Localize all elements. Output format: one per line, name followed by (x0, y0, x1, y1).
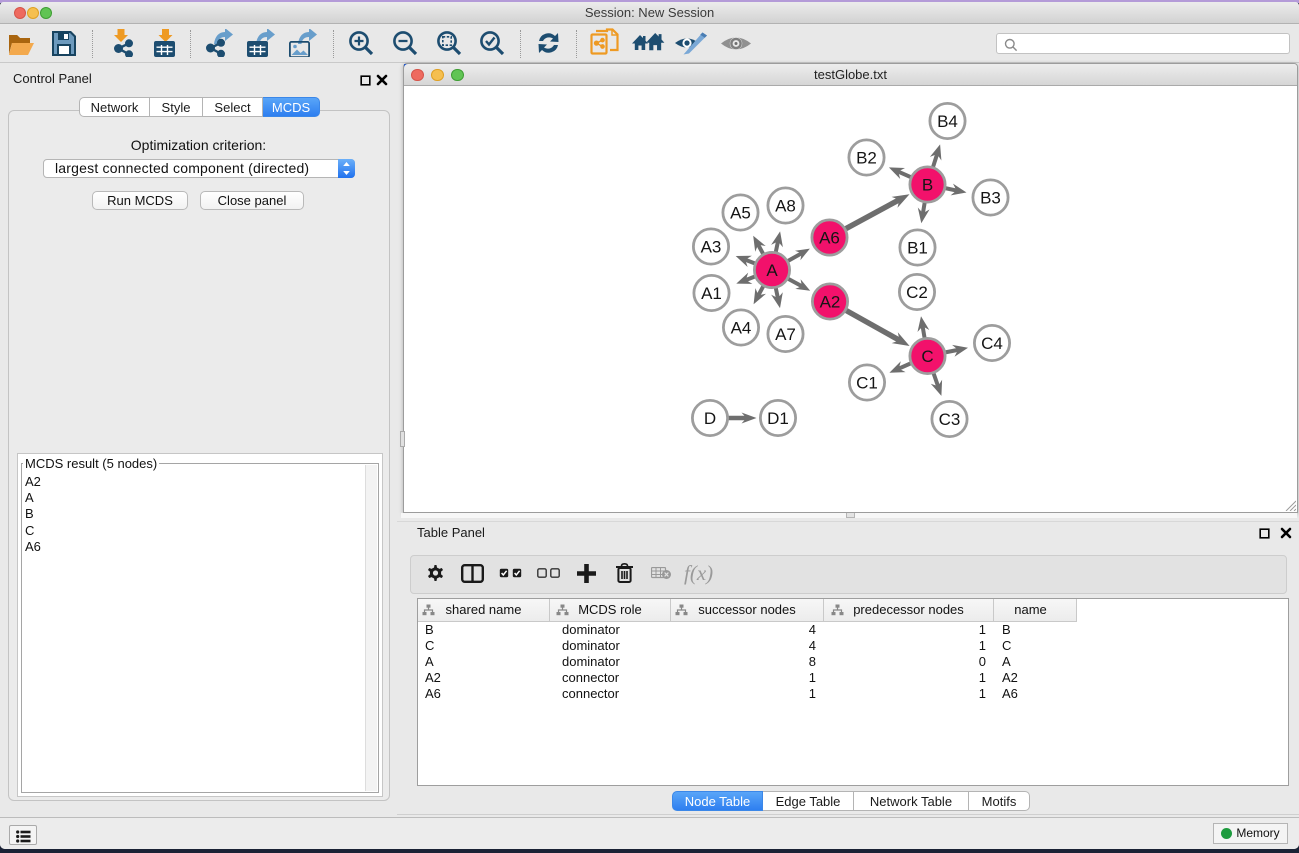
svg-text:A4: A4 (731, 319, 752, 338)
svg-text:B4: B4 (937, 112, 958, 131)
svg-text:A1: A1 (701, 284, 722, 303)
svg-text:A: A (766, 261, 778, 280)
svg-text:C1: C1 (856, 374, 878, 393)
svg-text:B3: B3 (980, 189, 1001, 208)
svg-text:A2: A2 (820, 293, 841, 312)
svg-text:A6: A6 (819, 229, 840, 248)
svg-text:C4: C4 (981, 334, 1003, 353)
svg-text:A8: A8 (775, 197, 796, 216)
svg-text:A7: A7 (775, 325, 796, 344)
svg-text:B1: B1 (907, 239, 928, 258)
svg-text:C3: C3 (939, 410, 961, 429)
svg-text:A5: A5 (730, 204, 751, 223)
svg-text:C2: C2 (906, 283, 928, 302)
svg-text:B2: B2 (856, 149, 877, 168)
svg-text:B: B (922, 176, 933, 195)
svg-text:C: C (921, 347, 933, 366)
svg-text:D: D (704, 409, 716, 428)
svg-text:D1: D1 (767, 409, 789, 428)
svg-text:A3: A3 (701, 238, 722, 257)
